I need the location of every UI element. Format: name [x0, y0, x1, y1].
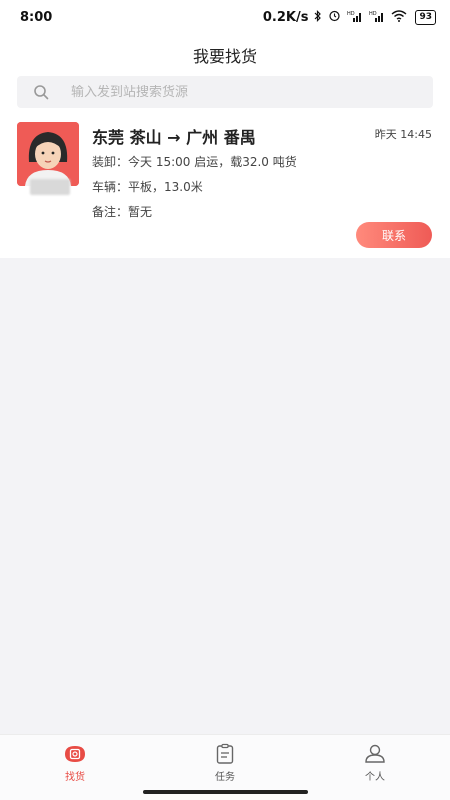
wifi-icon: [391, 9, 407, 25]
status-bar: 8:00 0.2K/s HD HD 93: [0, 0, 450, 34]
cargo-listing-card[interactable]: 东莞 茶山 → 广州 番禺 昨天 14:45 装卸：今天 15:00 启运，载3…: [0, 116, 450, 258]
avatar[interactable]: [17, 122, 79, 186]
avatar-illustration: [17, 122, 79, 186]
network-speed: 0.2K/s: [262, 9, 309, 25]
remark-info: 备注：暂无: [92, 205, 153, 219]
page-header: 我要找货: [0, 34, 450, 76]
battery-indicator: 93: [415, 9, 436, 25]
post-time: 昨天 14:45: [374, 128, 432, 141]
svg-text:HD: HD: [369, 11, 377, 17]
find-goods-icon: [62, 743, 88, 765]
tab-find-goods[interactable]: 找货: [0, 735, 150, 784]
route-title: 东莞 茶山 → 广州 番禺: [92, 128, 256, 147]
home-indicator[interactable]: [143, 790, 308, 794]
alarm-icon: [328, 9, 341, 25]
status-icons: 0.2K/s HD HD 93: [263, 9, 436, 25]
search-icon: [21, 76, 61, 108]
tab-find-goods-label: 找货: [65, 772, 85, 783]
bottom-tab-bar: 找货 任务 个人: [0, 734, 450, 784]
search-bar[interactable]: [17, 76, 433, 108]
vehicle-info: 车辆：平板，13.0米: [92, 180, 203, 194]
status-time: 8:00: [20, 9, 53, 25]
tab-profile[interactable]: 个人: [300, 735, 450, 784]
tab-tasks-label: 任务: [215, 772, 235, 783]
page-title: 我要找货: [192, 47, 257, 66]
tab-profile-label: 个人: [365, 772, 385, 783]
bluetooth-icon: [314, 9, 322, 25]
signal-icon-2: HD: [369, 10, 385, 25]
masked-username: [30, 179, 70, 195]
search-area: [0, 76, 450, 116]
signal-icon-1: HD: [347, 10, 363, 25]
contact-button[interactable]: 联系: [356, 222, 432, 248]
loading-info: 装卸：今天 15:00 启运，载32.0 吨货: [92, 155, 297, 169]
profile-icon: [362, 743, 388, 765]
signal-1-label: HD: [347, 11, 355, 17]
tab-tasks[interactable]: 任务: [150, 735, 300, 784]
search-input[interactable]: [71, 84, 391, 100]
task-icon: [212, 743, 238, 765]
